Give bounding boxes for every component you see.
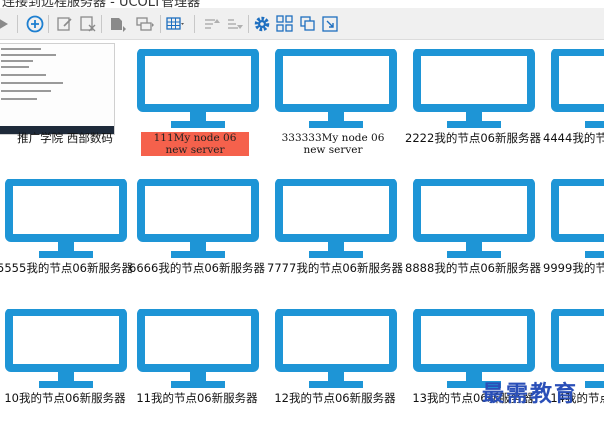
- watermark-text: 最需教育: [482, 381, 579, 407]
- monitor-icon: [137, 49, 259, 131]
- server-tile[interactable]: 5555我的节点06新服务器: [0, 170, 133, 292]
- server-tile[interactable]: 333333My node 06 new server: [267, 40, 397, 162]
- monitor-icon: [275, 309, 397, 391]
- monitor-icon: [5, 309, 127, 391]
- server-caption: 9999我的节点06新服务器: [543, 261, 604, 275]
- server-caption: 5555我的节点06新服务器: [0, 261, 133, 275]
- copy-icon[interactable]: [299, 15, 317, 33]
- import-icon[interactable]: [108, 15, 126, 33]
- server-tile[interactable]: 10我的节点06新服务器: [0, 300, 127, 422]
- server-tile[interactable]: 7777我的节点06新服务器: [267, 170, 403, 292]
- server-tile[interactable]: 8888我的节点06新服务器: [405, 170, 541, 292]
- toolbar-separator: [248, 15, 249, 33]
- toolbar-separator: [17, 15, 18, 33]
- gear-icon[interactable]: [253, 15, 271, 33]
- server-tile[interactable]: 11我的节点06新服务器: [129, 300, 259, 422]
- monitor-icon: [137, 309, 259, 391]
- server-caption: 11我的节点06新服务器: [136, 391, 258, 405]
- server-caption: 10我的节点06新服务器: [4, 391, 126, 405]
- server-caption: 111My node 06 new server: [141, 132, 249, 156]
- group-icon[interactable]: [136, 15, 154, 33]
- server-tile[interactable]: 9999我的节点06新服务器: [543, 170, 604, 292]
- server-caption: 推广学院 西部数码: [17, 131, 113, 145]
- monitor-icon: [413, 179, 535, 261]
- add-circle-icon[interactable]: [26, 15, 44, 33]
- monitor-icon: [551, 179, 604, 261]
- play-icon[interactable]: [0, 15, 12, 33]
- monitor-icon: [551, 49, 604, 131]
- server-caption: 333333My node 06 new server: [281, 132, 385, 156]
- server-tile[interactable]: 12我的节点06新服务器: [267, 300, 397, 422]
- server-tile[interactable]: 111My node 06 new server: [129, 40, 259, 162]
- server-caption: 6666我的节点06新服务器: [129, 261, 265, 275]
- server-caption: 2222我的节点06新服务器: [405, 131, 541, 145]
- server-tile[interactable]: 6666我的节点06新服务器: [129, 170, 265, 292]
- server-caption: 8888我的节点06新服务器: [405, 261, 541, 275]
- toolbar: [0, 8, 604, 40]
- monitor-icon: [137, 179, 259, 261]
- sort-desc-icon[interactable]: [226, 15, 244, 33]
- server-tile[interactable]: 2222我的节点06新服务器: [405, 40, 541, 162]
- server-grid: 推广学院 西部数码 111My node 06 new server 333333M…: [0, 40, 604, 422]
- monitor-icon: [413, 49, 535, 131]
- toolbar-separator: [101, 15, 102, 33]
- server-tile[interactable]: 4444我的节点06新服务器: [543, 40, 604, 162]
- toolbar-separator: [194, 15, 195, 33]
- monitor-icon: [5, 179, 127, 261]
- server-caption: 7777我的节点06新服务器: [267, 261, 403, 275]
- toolbar-separator: [48, 15, 49, 33]
- server-caption: 12我的节点06新服务器: [274, 391, 396, 405]
- remote-desktop-thumbnail: [0, 43, 115, 135]
- window-title: 连接到远程服务器 - UCOLT管理器: [2, 0, 201, 8]
- grid-view-icon[interactable]: [276, 15, 294, 33]
- expand-icon[interactable]: [321, 15, 339, 33]
- monitor-icon: [275, 49, 397, 131]
- edit-icon[interactable]: [56, 15, 74, 33]
- server-tile[interactable]: 推广学院 西部数码: [0, 40, 127, 162]
- sort-asc-icon[interactable]: [203, 15, 221, 33]
- table-view-icon[interactable]: [166, 15, 184, 33]
- monitor-icon: [275, 179, 397, 261]
- server-caption: 4444我的节点06新服务器: [543, 131, 604, 145]
- delete-icon[interactable]: [79, 15, 97, 33]
- window-title-bar: 连接到远程服务器 - UCOLT管理器: [0, 0, 604, 8]
- toolbar-separator: [160, 15, 161, 33]
